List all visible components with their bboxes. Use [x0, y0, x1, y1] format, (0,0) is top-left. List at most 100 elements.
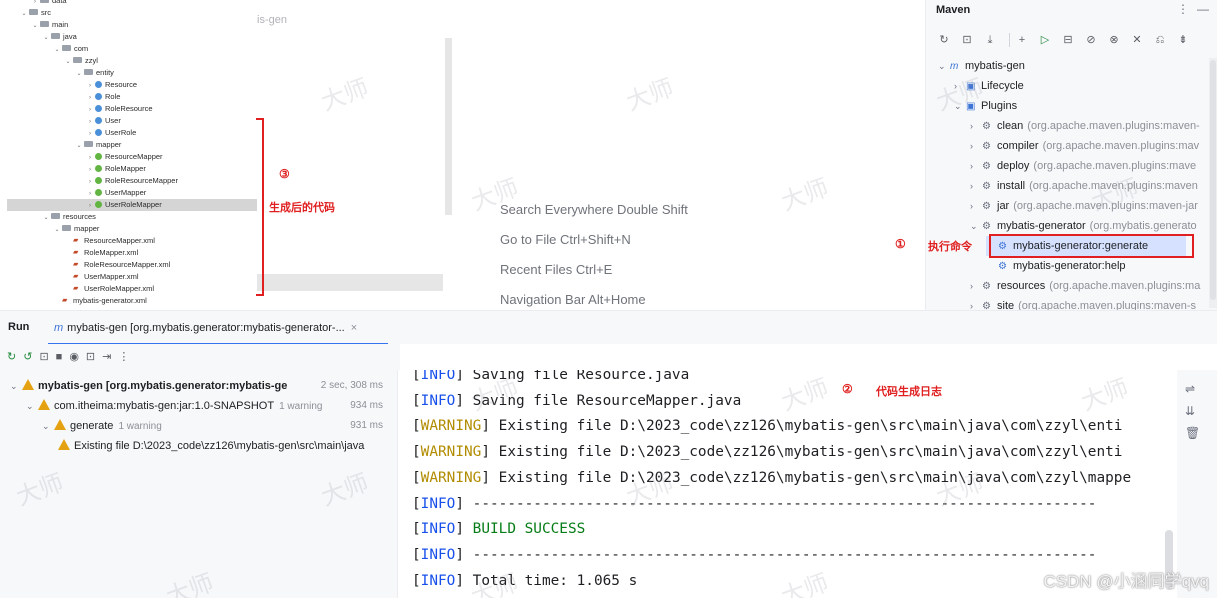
chevron-right-icon[interactable]: ›: [970, 176, 982, 196]
chevron-down-icon[interactable]: ⌄: [954, 96, 966, 116]
minimize-icon[interactable]: —: [1197, 2, 1209, 16]
chevron-right-icon[interactable]: ›: [970, 276, 982, 296]
maven-tree-item[interactable]: › ⚙ site (org.apache.maven.plugins:maven-s: [970, 296, 1196, 310]
project-tree-item[interactable]: ⌄ main: [7, 19, 257, 31]
annotation-log-label: 代码生成日志: [876, 386, 942, 398]
project-tree-item[interactable]: ⌄ zzyl: [7, 55, 257, 67]
soft-wrap-icon[interactable]: ⇌: [1185, 382, 1195, 396]
build-tree-item[interactable]: ⌄ com.itheima:mybatis-gen:jar:1.0-SNAPSHO…: [0, 396, 397, 416]
project-tree-item[interactable]: › User: [7, 115, 257, 127]
project-tree-item[interactable]: ⌄ entity: [7, 67, 257, 79]
chevron-down-icon[interactable]: ⌄: [10, 376, 22, 396]
project-tree-item[interactable]: › data: [7, 0, 257, 7]
project-tree-item[interactable]: ▰ UserMapper.xml: [7, 271, 257, 283]
maven-tree-item[interactable]: › ⚙ clean (org.apache.maven.plugins:maven-: [970, 116, 1200, 136]
maven-scrollbar-thumb[interactable]: [1210, 60, 1216, 300]
close-tab-icon[interactable]: ×: [351, 322, 357, 334]
project-tree-item[interactable]: ⌄ src: [7, 7, 257, 19]
project-tree-item[interactable]: ▰ RoleResourceMapper.xml: [7, 259, 257, 271]
project-tree-item[interactable]: ▰ RoleMapper.xml: [7, 247, 257, 259]
console-bracket: [: [412, 418, 421, 435]
xml-file-icon: ▰: [73, 260, 79, 268]
maven-tree-item[interactable]: › ⚙ resources (org.apache.maven.plugins:ma: [970, 276, 1200, 296]
toggle-icon[interactable]: ⊡: [39, 344, 48, 370]
offline-icon[interactable]: ⊘: [1083, 33, 1099, 46]
collapse-icon[interactable]: ✕: [1129, 33, 1145, 46]
project-tree-item[interactable]: ▰ ResourceMapper.xml: [7, 235, 257, 247]
project-tree-item[interactable]: ⌄ java: [7, 31, 257, 43]
console-bracket: ]: [481, 469, 490, 486]
chevron-down-icon[interactable]: ⌄: [42, 416, 54, 436]
chevron-right-icon[interactable]: ›: [970, 136, 982, 156]
chevron-down-icon[interactable]: ⌄: [938, 56, 950, 76]
run-icon[interactable]: ▷: [1037, 33, 1053, 46]
chevron-right-icon[interactable]: ›: [970, 296, 982, 310]
plugin-icon: ⚙: [982, 201, 991, 212]
build-tree-item[interactable]: ⌄ generate 1 warning 931 ms: [0, 416, 397, 436]
maven-tree-detail: (org.apache.maven.plugins:maven-: [1027, 120, 1200, 132]
project-tree-item[interactable]: › Role: [7, 91, 257, 103]
profiles-icon[interactable]: ⎌: [1152, 34, 1168, 47]
more-icon[interactable]: ⋮: [118, 344, 129, 370]
editor-scrollbar[interactable]: [445, 38, 452, 215]
project-tree-item[interactable]: ⌄ resources: [7, 211, 257, 223]
more-options-icon[interactable]: ⋮: [1177, 2, 1189, 16]
console-output[interactable]: [INFO] Saving file Resource.java [INFO] S…: [397, 370, 1177, 598]
build-tree-item[interactable]: Existing file D:\2023_code\zz126\mybatis…: [0, 436, 397, 456]
skip-tests-icon[interactable]: ⊗: [1106, 33, 1122, 46]
maven-tree-label: site: [997, 300, 1015, 310]
project-tree-item[interactable]: › UserRole: [7, 127, 257, 139]
maven-tree-item[interactable]: › ▣ Lifecycle: [954, 76, 1024, 96]
chevron-right-icon[interactable]: ›: [970, 116, 982, 136]
project-tree-item[interactable]: ▰ mybatis-generator.xml: [7, 295, 257, 307]
editor-hscrollbar[interactable]: [257, 274, 443, 291]
project-tree-item-label: ResourceMapper.xml: [84, 236, 155, 245]
maven-tree-item[interactable]: ⚙ mybatis-generator:help: [986, 256, 1126, 276]
build-tree-item[interactable]: ⌄ mybatis-gen [org.mybatis.generator:myba…: [0, 376, 397, 396]
console-message: ----------------------------------------…: [464, 495, 1097, 512]
project-tree-item[interactable]: › RoleResource: [7, 103, 257, 115]
maven-tree-label: Plugins: [981, 100, 1018, 112]
screenshot-icon[interactable]: ⊡: [86, 344, 95, 370]
project-tree-item[interactable]: ⌄ mapper: [7, 223, 257, 235]
chevron-right-icon[interactable]: ›: [954, 76, 966, 96]
run-tab[interactable]: m mybatis-gen [org.mybatis.generator:myba…: [48, 311, 388, 345]
download-icon[interactable]: ⤓: [982, 34, 998, 47]
chevron-right-icon[interactable]: ›: [970, 196, 982, 216]
chevron-right-icon[interactable]: ›: [970, 156, 982, 176]
chevron-down-icon[interactable]: ⌄: [970, 216, 982, 236]
maven-tree-item[interactable]: › ⚙ compiler (org.apache.maven.plugins:mav: [970, 136, 1199, 156]
trash-icon[interactable]: 🗑: [1185, 426, 1200, 440]
maven-tree-detail: (org.mybatis.generato: [1089, 220, 1197, 232]
maven-tree-item[interactable]: › ⚙ deploy (org.apache.maven.plugins:mave: [970, 156, 1196, 176]
maven-tree-item[interactable]: › ⚙ install (org.apache.maven.plugins:maven: [970, 176, 1198, 196]
project-tree-item[interactable]: › RoleMapper: [7, 163, 257, 175]
stop-icon[interactable]: ■: [56, 344, 63, 370]
maven-tree-label: Lifecycle: [981, 80, 1024, 92]
console-bracket: ]: [481, 444, 490, 461]
chevron-down-icon[interactable]: ⌄: [26, 396, 38, 416]
project-tree-item[interactable]: ⌄ mapper: [7, 139, 257, 151]
reimport-icon[interactable]: ⊡: [959, 33, 975, 46]
rerun-failed-icon[interactable]: ↺: [23, 344, 32, 370]
maven-tree-item[interactable]: ⌄ ▣ Plugins: [954, 96, 1017, 116]
reload-icon[interactable]: ↻: [936, 33, 952, 46]
expand-icon[interactable]: ⇟: [1175, 33, 1191, 46]
lifecycle-icon[interactable]: ⊟: [1060, 33, 1076, 46]
add-icon[interactable]: +: [1014, 34, 1030, 46]
project-tree-item[interactable]: ▰ UserRoleMapper.xml: [7, 283, 257, 295]
project-tree-item-label: mapper: [74, 224, 100, 233]
project-tree-item[interactable]: › Resource: [7, 79, 257, 91]
pin-icon[interactable]: ⇥: [102, 344, 111, 370]
project-tree-item[interactable]: › UserMapper: [7, 187, 257, 199]
scroll-to-end-icon[interactable]: ⇊: [1185, 404, 1195, 418]
project-tree-item[interactable]: ⌄ com: [7, 43, 257, 55]
maven-tree-item[interactable]: › ⚙ jar (org.apache.maven.plugins:maven-jar: [970, 196, 1198, 216]
show-icon[interactable]: ◉: [69, 344, 79, 370]
project-tree-item[interactable]: › ResourceMapper: [7, 151, 257, 163]
project-tree-item[interactable]: › UserRoleMapper: [7, 199, 257, 211]
project-tree-item[interactable]: › RoleResourceMapper: [7, 175, 257, 187]
rerun-icon[interactable]: ↻: [7, 344, 16, 370]
maven-tree-item[interactable]: ⌄ m mybatis-gen: [938, 56, 1025, 76]
maven-tree-item[interactable]: ⌄ ⚙ mybatis-generator (org.mybatis.generato: [970, 216, 1197, 236]
